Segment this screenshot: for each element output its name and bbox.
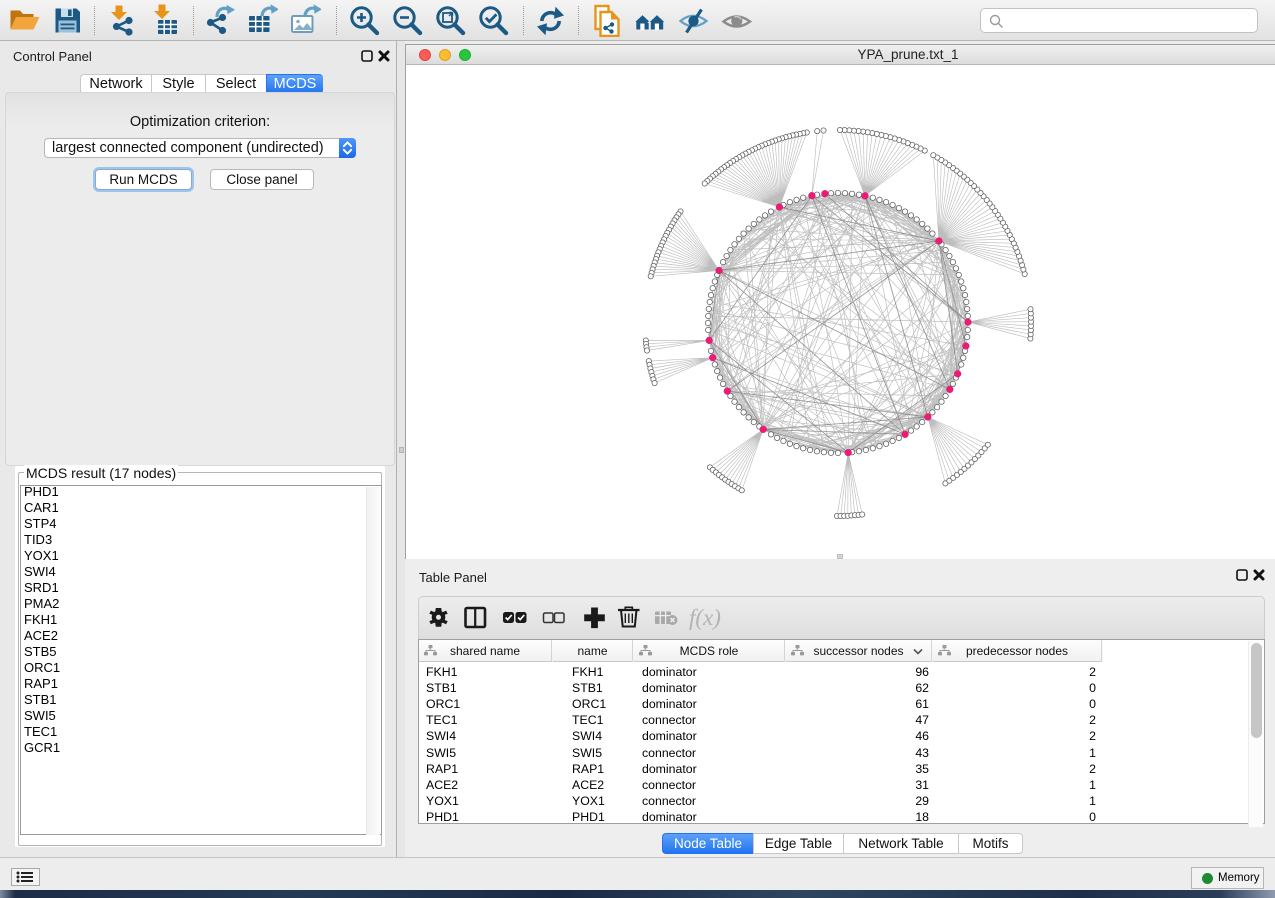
svg-text:f(x): f(x) bbox=[689, 605, 721, 630]
